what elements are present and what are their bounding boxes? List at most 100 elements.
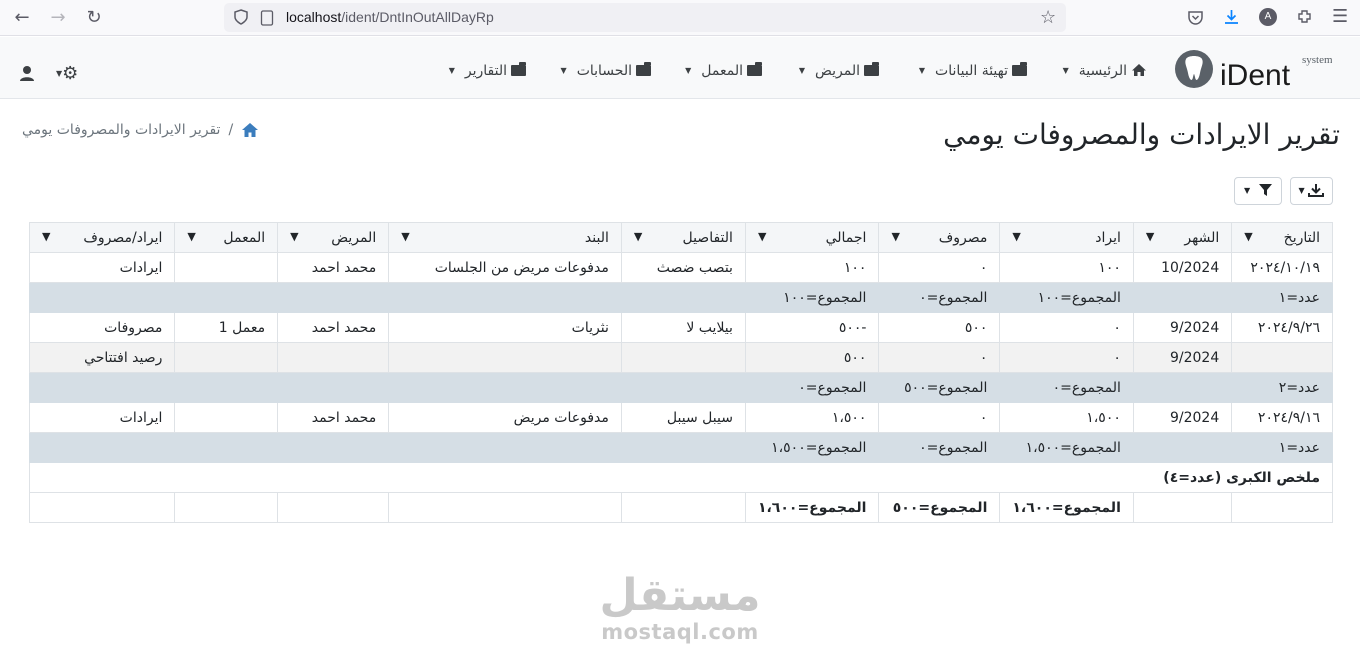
extensions-icon[interactable] — [1296, 8, 1313, 25]
pocket-icon[interactable] — [1187, 9, 1204, 26]
cell-type: مصروفات — [28, 312, 176, 343]
filter-button[interactable]: ▼ — [1234, 177, 1282, 205]
column-header-total[interactable]: اجمالي ▼ — [744, 222, 880, 253]
cell-total: -٥٠٠ — [744, 312, 880, 343]
ident-logo[interactable]: iDent system — [1174, 45, 1332, 91]
download-icon — [1308, 184, 1325, 197]
cell-expense: ٠ — [878, 252, 1001, 283]
cell-details: سيبل سيبل — [620, 402, 746, 433]
cell-lab — [174, 342, 279, 373]
menu-accounts[interactable]: الحسابات ▼ — [561, 62, 651, 79]
filter-icon[interactable]: ▼ — [891, 230, 899, 243]
menu-lab-label: المعمل — [701, 63, 743, 79]
profile-avatar[interactable]: A — [1259, 8, 1277, 26]
filter-icon[interactable]: ▼ — [1012, 230, 1020, 243]
cell-date: ٢٠٢٤/١٠/١٩ — [1231, 252, 1333, 283]
column-header-patient[interactable]: المريض ▼ — [277, 222, 390, 253]
export-button[interactable]: ▼ — [1290, 177, 1333, 205]
menu-data-setup-label: تهيئة البيانات — [935, 63, 1008, 79]
shield-icon — [234, 9, 248, 25]
address-bar[interactable]: localhost/ident/DntInOutAllDayRp ☆ — [224, 3, 1066, 32]
breadcrumb-home-icon[interactable] — [241, 122, 259, 138]
group-sum-total: المجموع=١،٥٠٠ — [744, 432, 880, 463]
logo-text: iDent — [1220, 59, 1291, 91]
cell-month: 9/2024 — [1132, 312, 1233, 343]
user-icon[interactable] — [19, 65, 35, 81]
menu-data-setup[interactable]: تهيئة البيانات ▼ — [918, 62, 1027, 79]
cell-item: نثريات — [388, 312, 622, 343]
column-header-month[interactable]: الشهر ▼ — [1132, 222, 1233, 253]
column-header-income[interactable]: ايراد ▼ — [999, 222, 1134, 253]
group-sum-total: المجموع=٠ — [744, 372, 880, 403]
column-header-lab[interactable]: المعمل ▼ — [174, 222, 279, 253]
cell-expense: ٠ — [878, 342, 1001, 373]
cell-lab — [174, 402, 279, 433]
menu-reports[interactable]: التقارير ▼ — [448, 62, 526, 79]
filter-icon[interactable]: ▼ — [290, 230, 298, 243]
cell-expense: ٠ — [878, 402, 1001, 433]
chevron-down-icon: ▼ — [1244, 186, 1251, 195]
cell-income: ٠ — [999, 312, 1134, 343]
folder-icon — [864, 62, 879, 76]
back-icon[interactable]: ← — [10, 6, 34, 30]
forward-icon[interactable]: → — [46, 6, 70, 30]
group-summary-row: عدد=١ المجموع=١٠٠ المجموع=٠ المجموع=١٠٠ — [28, 282, 1333, 313]
cell-patient: محمد احمد — [277, 312, 390, 343]
chevron-down-icon: ▼ — [685, 66, 692, 75]
chevron-down-icon: ▼ — [918, 66, 926, 75]
cell-lab — [174, 252, 279, 283]
reload-icon[interactable]: ↻ — [82, 6, 106, 30]
watermark-english: mostaql.com — [601, 620, 759, 644]
group-sum-expense: المجموع=٥٠٠ — [878, 372, 1001, 403]
menu-home[interactable]: الرئيسية ▼ — [1063, 63, 1147, 79]
filter-icon[interactable]: ▼ — [187, 230, 195, 243]
menu-patient[interactable]: المريض ▼ — [798, 62, 879, 79]
folder-icon — [636, 62, 651, 76]
cell-lab: معمل 1 — [174, 312, 279, 343]
logo-subtext: system — [1302, 54, 1332, 66]
grand-sum-income: المجموع=١،٦٠٠ — [999, 492, 1134, 523]
cell-type: رصيد افتتاحي — [28, 342, 176, 373]
chevron-down-icon: ▼ — [1298, 186, 1305, 195]
chevron-down-icon: ▼ — [448, 66, 455, 75]
home-icon — [1132, 64, 1146, 76]
table-row[interactable]: ٢٠٢٤/٩/١٦ 9/2024 ١،٥٠٠ ٠ ١،٥٠٠ سيبل سيبل… — [28, 402, 1333, 433]
cell-item: مدفوعات مريض — [388, 402, 622, 433]
page-title: تقرير الايرادات والمصروفات يومي — [943, 118, 1340, 151]
chevron-down-icon: ▼ — [798, 66, 805, 75]
cell-details — [620, 342, 746, 373]
filter-icon[interactable]: ▼ — [42, 230, 50, 243]
group-summary-row: عدد=٢ المجموع=٠ المجموع=٥٠٠ المجموع=٠ — [28, 372, 1333, 403]
menu-lab[interactable]: المعمل ▼ — [685, 62, 762, 79]
settings-gear-icon[interactable]: ▼⚙ — [56, 63, 78, 84]
report-table: التاريخ ▼ الشهر ▼ ايراد ▼ مصروف ▼ اجمالي ▼ ال… — [28, 222, 1333, 523]
bookmark-star-icon[interactable]: ☆ — [1040, 7, 1056, 28]
column-header-item[interactable]: البند ▼ — [388, 222, 622, 253]
table-row[interactable]: ٢٠٢٤/٩/٢٦ 9/2024 ٠ ٥٠٠ -٥٠٠ بيلايب لا نث… — [28, 312, 1333, 343]
cell-details: بتصب ضصث — [620, 252, 746, 283]
menu-icon[interactable]: ☰ — [1332, 6, 1348, 27]
group-sum-income: المجموع=١،٥٠٠ — [999, 432, 1134, 463]
column-header-date[interactable]: التاريخ ▼ — [1231, 222, 1333, 253]
grand-summary-label: ملخص الكبرى (عدد=٤) — [29, 462, 1333, 493]
breadcrumb-current: تقرير الايرادات والمصروفات يومي — [22, 122, 221, 138]
filter-icon[interactable]: ▼ — [1244, 230, 1252, 243]
column-header-type[interactable]: ايراد/مصروف ▼ — [28, 222, 176, 253]
filter-icon[interactable]: ▼ — [401, 230, 409, 243]
cell-total: ٥٠٠ — [744, 342, 880, 373]
column-header-details[interactable]: التفاصيل ▼ — [620, 222, 746, 253]
table-row[interactable]: ٢٠٢٤/١٠/١٩ 10/2024 ١٠٠ ٠ ١٠٠ بتصب ضصث مد… — [28, 252, 1333, 283]
column-header-expense[interactable]: مصروف ▼ — [878, 222, 1001, 253]
filter-icon[interactable]: ▼ — [1146, 230, 1154, 243]
menu-home-label: الرئيسية — [1078, 63, 1127, 79]
download-icon[interactable] — [1223, 8, 1240, 25]
grand-summary-row: المجموع=١،٦٠٠ المجموع=٥٠٠ المجموع=١،٦٠٠ — [28, 492, 1333, 523]
cell-patient: محمد احمد — [277, 402, 390, 433]
page-icon — [260, 10, 274, 26]
breadcrumb-separator: / — [228, 122, 234, 138]
filter-icon[interactable]: ▼ — [634, 230, 642, 243]
cell-income: ١٠٠ — [999, 252, 1134, 283]
cell-date: ٢٠٢٤/٩/١٦ — [1231, 402, 1333, 433]
filter-icon[interactable]: ▼ — [758, 230, 766, 243]
table-row[interactable]: 9/2024 ٠ ٠ ٥٠٠ رصيد افتتاحي — [28, 342, 1333, 373]
